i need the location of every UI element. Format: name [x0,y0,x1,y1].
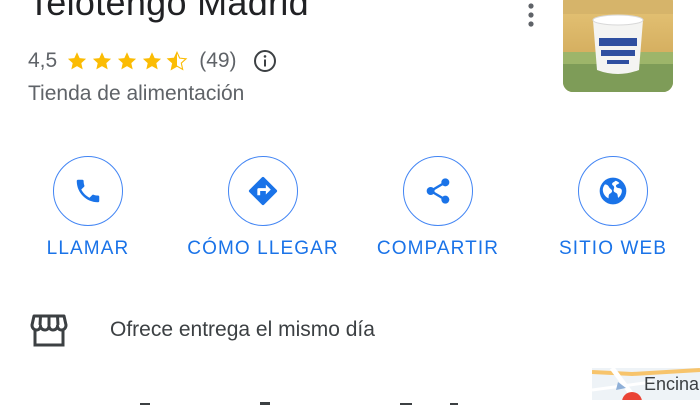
star-icon [68,52,87,70]
place-category: Tienda de alimentación [28,82,245,105]
same-day-delivery-row[interactable]: Ofrece entrega el mismo día [30,310,375,350]
star-rating [65,50,189,72]
info-icon[interactable] [253,49,277,73]
star-icon [118,52,137,70]
star-half-icon [166,50,188,71]
map-preview[interactable]: Encinar [592,368,700,400]
review-count[interactable]: (49) [199,49,236,73]
storefront-icon [30,314,68,347]
share-icon [426,178,450,204]
directions-icon [248,176,278,206]
website-button[interactable]: SITIO WEB [523,156,700,260]
place-photo-thumbnail[interactable] [563,0,673,92]
share-button[interactable]: COMPARTIR [348,156,528,260]
place-title: Telotengo Madrid [28,0,309,23]
website-button-label: SITIO WEB [558,238,668,259]
rating-row[interactable]: 4,5 (49) [28,46,277,76]
same-day-delivery-text: Ofrece entrega el mismo día [110,318,375,341]
call-button[interactable]: LLAMAR [0,156,178,260]
next-detail-row-partial [110,392,550,405]
globe-icon [599,177,627,205]
more-vert-icon [528,3,534,27]
star-icon [93,52,112,70]
share-button-circle[interactable] [403,156,473,226]
directions-button[interactable]: CÓMO LLEGAR [173,156,353,260]
directions-button-label: CÓMO LLEGAR [187,238,339,259]
map-label: Encinar [644,374,700,394]
directions-button-circle[interactable] [228,156,298,226]
website-button-circle[interactable] [578,156,648,226]
phone-icon [76,179,100,203]
star-icon [143,52,162,70]
more-options-button[interactable] [518,0,544,30]
share-button-label: COMPARTIR [376,238,500,259]
call-button-label: LLAMAR [46,238,130,259]
rating-value: 4,5 [28,49,58,72]
call-button-circle[interactable] [53,156,123,226]
